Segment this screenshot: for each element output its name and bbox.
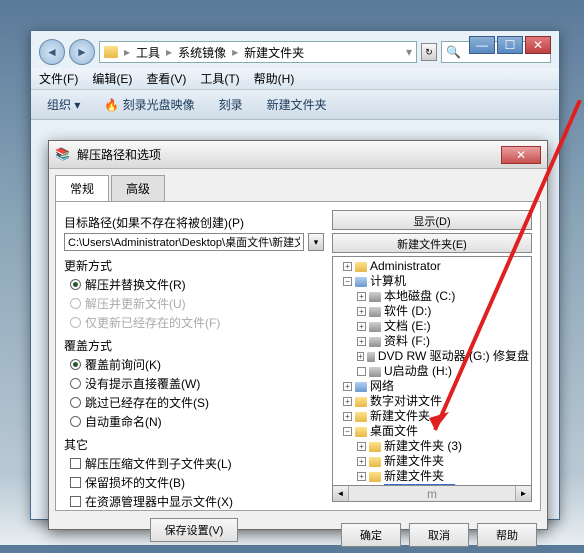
update-group-label: 更新方式	[64, 257, 324, 274]
check-show-explorer[interactable]	[70, 496, 81, 507]
tree-item[interactable]: 新建文件夹	[384, 469, 444, 484]
radio-auto-rename[interactable]	[70, 416, 81, 427]
tree-item[interactable]: 本地磁盘 (C:)	[384, 289, 455, 304]
folder-tree[interactable]: +Administrator −计算机 +本地磁盘 (C:) +软件 (D:) …	[332, 256, 532, 486]
tree-item[interactable]: 新建文件夹 (3)	[384, 439, 462, 454]
maximize-button[interactable]: ☐	[497, 36, 523, 54]
radio-skip-existing[interactable]	[70, 397, 81, 408]
close-button[interactable]: ✕	[525, 36, 551, 54]
tree-item[interactable]: 新建文件夹	[370, 409, 430, 424]
burn-image-button[interactable]: 🔥 刻录光盘映像	[96, 93, 202, 116]
path-dropdown-button[interactable]: ▾	[308, 233, 324, 251]
scroll-left-button[interactable]: ◄	[333, 486, 349, 501]
extract-dialog: 📚 解压路径和选项 ✕ 常规 高级 目标路径(如果不存在将被创建)(P) ▾ 更…	[48, 140, 548, 530]
scroll-right-button[interactable]: ►	[515, 486, 531, 501]
folder-icon	[104, 46, 118, 58]
dialog-title-text: 解压路径和选项	[77, 146, 161, 163]
menu-bar: 文件(F) 编辑(E) 查看(V) 工具(T) 帮助(H)	[31, 68, 559, 90]
tab-advanced[interactable]: 高级	[111, 175, 165, 201]
tree-item[interactable]: Administrator	[370, 259, 441, 274]
menu-view[interactable]: 查看(V)	[146, 70, 186, 87]
display-button[interactable]: 显示(D)	[332, 210, 532, 230]
cancel-button[interactable]: 取消	[409, 523, 469, 547]
breadcrumb[interactable]: 新建文件夹	[244, 44, 304, 61]
radio-ask-overwrite[interactable]	[70, 359, 81, 370]
ok-button[interactable]: 确定	[341, 523, 401, 547]
tree-item[interactable]: U启动盘 (H:)	[384, 364, 452, 379]
back-button[interactable]: ◄	[39, 39, 65, 65]
address-bar[interactable]: ▸ 工具 ▸ 系统镜像 ▸ 新建文件夹 ▾	[99, 41, 417, 63]
help-button[interactable]: 帮助	[477, 523, 537, 547]
breadcrumb[interactable]: 系统镜像	[178, 44, 226, 61]
check-keep-broken[interactable]	[70, 477, 81, 488]
menu-help[interactable]: 帮助(H)	[254, 70, 295, 87]
path-input[interactable]	[64, 233, 304, 251]
toolbar: 组织 ▾ 🔥 刻录光盘映像 刻录 新建文件夹	[31, 90, 559, 120]
tab-general[interactable]: 常规	[55, 175, 109, 201]
dialog-titlebar[interactable]: 📚 解压路径和选项 ✕	[49, 141, 547, 169]
tree-scrollbar[interactable]: ◄ m ►	[332, 486, 532, 502]
menu-edit[interactable]: 编辑(E)	[92, 70, 132, 87]
forward-button[interactable]: ►	[69, 39, 95, 65]
tree-item[interactable]: 数字对讲文件	[370, 394, 442, 409]
tree-item[interactable]: 计算机	[370, 274, 406, 289]
organize-button[interactable]: 组织 ▾	[39, 93, 88, 116]
radio-update-existing[interactable]	[70, 317, 81, 328]
refresh-button[interactable]: ↻	[421, 43, 437, 61]
menu-file[interactable]: 文件(F)	[39, 70, 78, 87]
menu-tools[interactable]: 工具(T)	[200, 70, 239, 87]
dialog-close-button[interactable]: ✕	[501, 146, 541, 164]
check-subfolder[interactable]	[70, 458, 81, 469]
overwrite-group-label: 覆盖方式	[64, 337, 324, 354]
tree-item[interactable]: 软件 (D:)	[384, 304, 431, 319]
radio-extract-update[interactable]	[70, 298, 81, 309]
tree-item[interactable]: 资料 (F:)	[384, 334, 430, 349]
breadcrumb[interactable]: 工具	[136, 44, 160, 61]
minimize-button[interactable]: —	[469, 36, 495, 54]
tree-item[interactable]: 网络	[370, 379, 394, 394]
save-settings-button[interactable]: 保存设置(V)	[150, 518, 239, 542]
new-folder-button[interactable]: 新建文件夹(E)	[332, 233, 532, 253]
other-group-label: 其它	[64, 436, 324, 453]
radio-overwrite-noask[interactable]	[70, 378, 81, 389]
new-folder-button[interactable]: 新建文件夹	[259, 93, 335, 116]
app-icon: 📚	[55, 147, 71, 163]
burn-button[interactable]: 刻录	[211, 93, 251, 116]
tree-item[interactable]: 文档 (E:)	[384, 319, 431, 334]
tree-item[interactable]: 新建文件夹	[384, 454, 444, 469]
radio-extract-replace[interactable]	[70, 279, 81, 290]
tree-item[interactable]: DVD RW 驱动器 (G:) 修复盘	[378, 349, 529, 364]
tree-item[interactable]: 桌面文件	[370, 424, 418, 439]
target-path-label: 目标路径(如果不存在将被创建)(P)	[64, 214, 324, 231]
